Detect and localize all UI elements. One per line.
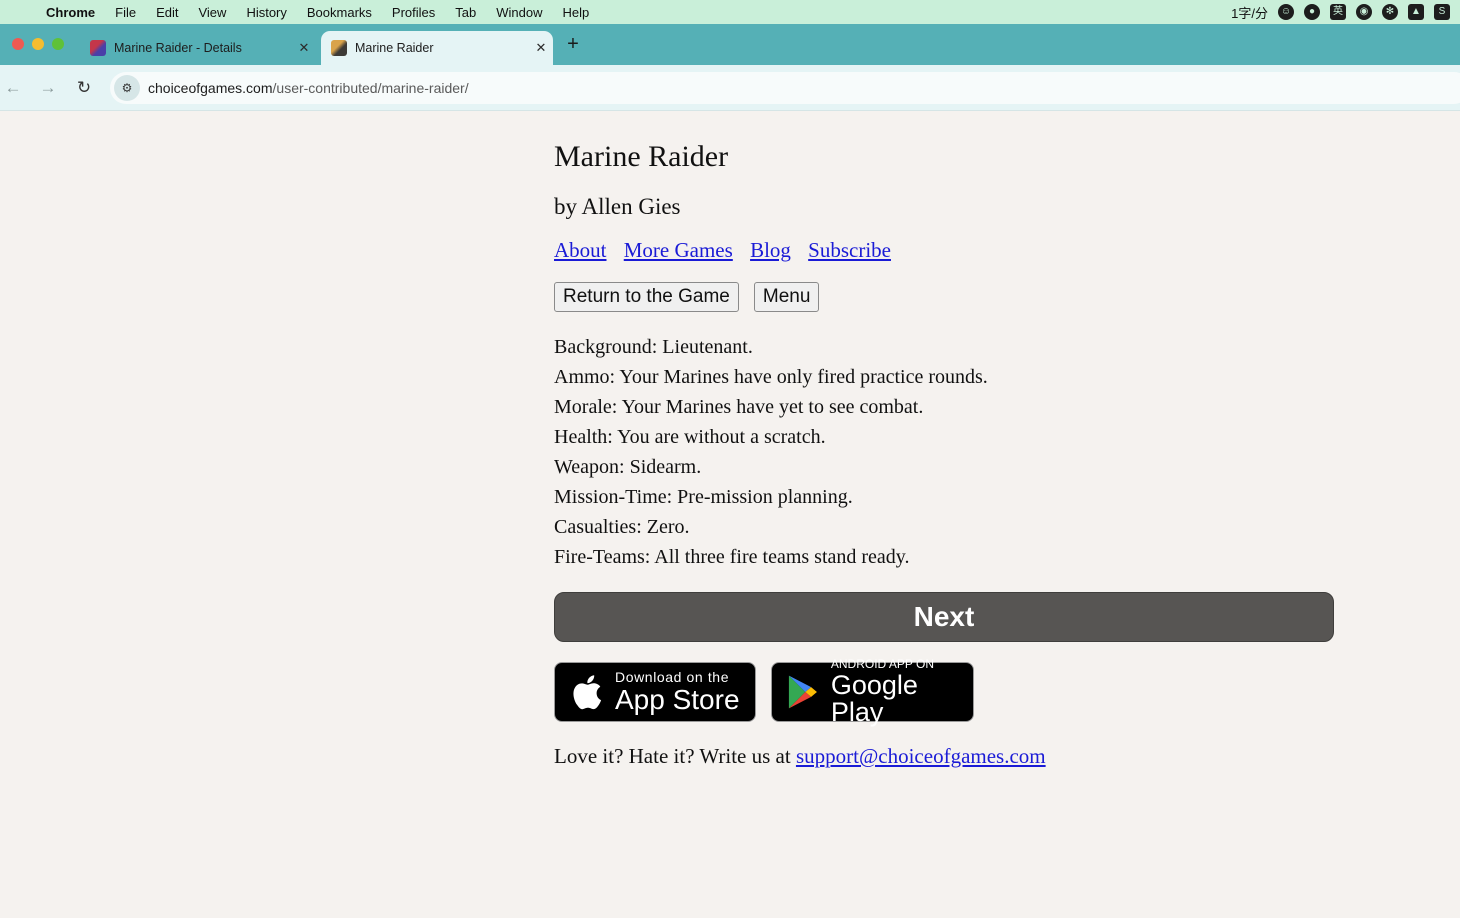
google-play-big-text: Google Play	[830, 670, 918, 727]
return-to-game-button[interactable]: Return to the Game	[554, 282, 739, 312]
apple-logo-icon	[573, 675, 602, 710]
app-store-badge[interactable]: Download on the App Store	[554, 662, 756, 722]
tab-marine-raider[interactable]: Marine Raider ✕	[321, 31, 553, 65]
stat-line: Casualties: Zero.	[554, 516, 690, 538]
menu-view[interactable]: View	[188, 5, 236, 20]
game-buttons: Return to the Game Menu	[554, 282, 820, 312]
drive-icon[interactable]: ▲	[1408, 4, 1424, 20]
url-text[interactable]: choiceofgames.com/user-contributed/marin…	[148, 80, 469, 96]
back-arrow-icon[interactable]: ←	[2, 77, 24, 99]
google-play-badge[interactable]: ANDROID APP ON Google Play	[771, 658, 974, 726]
tab-title: Marine Raider - Details	[114, 41, 242, 55]
stat-line: Background: Lieutenant.	[554, 336, 753, 358]
close-tab-icon[interactable]: ✕	[292, 40, 316, 56]
menu-help[interactable]: Help	[553, 5, 600, 20]
tab-strip: Marine Raider - Details ✕ Marine Raider …	[0, 24, 1460, 65]
browser-toolbar: ← → ↻ ⚙ choiceofgames.com/user-contribut…	[0, 65, 1460, 111]
app-store-big-text: App Store	[615, 684, 740, 715]
app-store-small-text: Download on the	[615, 669, 730, 685]
status-area: 1字/分 ☺ ● 英 ◉ ✻ ▲ S	[1231, 0, 1450, 24]
wechat-icon[interactable]: ◉	[1356, 4, 1372, 20]
stats-list: Background: Lieutenant. Ammo: Your Marin…	[554, 332, 988, 572]
menu-app-chrome[interactable]: Chrome	[36, 5, 105, 20]
stat-line: Mission-Time: Pre-mission planning.	[554, 486, 853, 508]
stat-line: Ammo: Your Marines have only fired pract…	[554, 366, 988, 388]
tab-title: Marine Raider	[355, 41, 434, 55]
url-domain: choiceofgames.com	[148, 80, 273, 96]
menu-window[interactable]: Window	[486, 5, 552, 20]
more-games-link[interactable]: More Games	[624, 238, 733, 262]
forward-arrow-icon[interactable]: →	[37, 77, 59, 99]
google-play-logo-icon	[788, 675, 817, 709]
menu-file[interactable]: File	[105, 5, 146, 20]
address-bar[interactable]: ⚙ choiceofgames.com/user-contributed/mar…	[110, 72, 1460, 104]
close-window-button[interactable]	[12, 38, 24, 50]
subscribe-link[interactable]: Subscribe	[808, 238, 891, 262]
menu-button[interactable]: Menu	[753, 282, 820, 312]
tab-marine-raider-details[interactable]: Marine Raider - Details ✕	[80, 31, 316, 65]
zoom-window-button[interactable]	[52, 38, 64, 50]
blog-link[interactable]: Blog	[750, 238, 791, 262]
menu-tab[interactable]: Tab	[445, 5, 486, 20]
app-s-icon[interactable]: S	[1434, 4, 1450, 20]
window-controls	[12, 38, 64, 50]
menu-history[interactable]: History	[236, 5, 296, 20]
chatgpt-icon[interactable]: ✻	[1382, 4, 1398, 20]
site-settings-icon[interactable]: ⚙	[114, 75, 140, 101]
choiceofgames-favicon-icon	[90, 40, 106, 56]
minimize-window-button[interactable]	[32, 38, 44, 50]
stat-line: Morale: Your Marines have yet to see com…	[554, 396, 924, 418]
google-play-small-text: ANDROID APP ON	[830, 657, 934, 671]
contact-prefix: Love it? Hate it? Write us at	[554, 744, 796, 768]
input-method-icon[interactable]: 英	[1330, 4, 1346, 20]
stat-line: Weapon: Sidearm.	[554, 456, 702, 478]
microphone-icon[interactable]: ●	[1304, 4, 1320, 20]
stat-line: Health: You are without a scratch.	[554, 426, 826, 448]
url-path: /user-contributed/marine-raider/	[272, 80, 469, 96]
contact-line: Love it? Hate it? Write us at support@ch…	[554, 744, 1046, 769]
about-link[interactable]: About	[554, 238, 607, 262]
stat-line: Fire-Teams: All three fire teams stand r…	[554, 546, 910, 568]
macos-menu-bar: Chrome File Edit View History Bookmarks …	[0, 0, 1460, 24]
site-links: About More Games Blog Subscribe	[554, 238, 903, 263]
author-byline: by Allen Gies	[554, 194, 681, 219]
game-title: Marine Raider	[554, 140, 729, 173]
menu-bookmarks[interactable]: Bookmarks	[297, 5, 382, 20]
new-tab-plus-icon[interactable]: +	[563, 34, 583, 54]
reload-icon[interactable]: ↻	[73, 77, 95, 99]
next-button[interactable]: Next	[554, 592, 1334, 642]
support-email-link[interactable]: support@choiceofgames.com	[796, 744, 1046, 768]
emoji-icon[interactable]: ☺	[1278, 4, 1294, 20]
typing-speed-status[interactable]: 1字/分	[1231, 3, 1268, 22]
close-tab-icon[interactable]: ✕	[529, 40, 553, 56]
menu-edit[interactable]: Edit	[146, 5, 188, 20]
game-favicon-icon	[331, 40, 347, 56]
menu-profiles[interactable]: Profiles	[382, 5, 445, 20]
store-badges: Download on the App Store ANDROID APP ON…	[554, 658, 974, 726]
